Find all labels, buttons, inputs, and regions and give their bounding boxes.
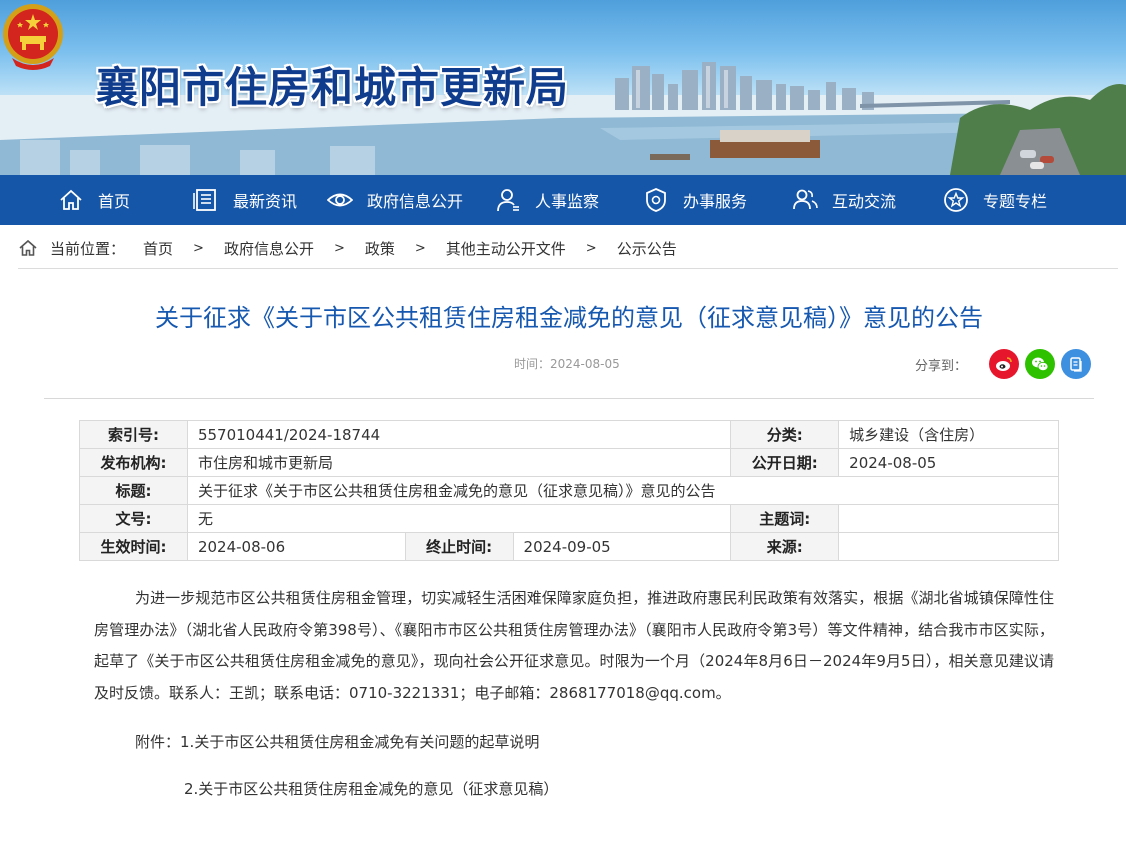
weibo-icon	[996, 357, 1012, 371]
nav-item-personnel[interactable]: 人事监察	[495, 175, 599, 225]
category-label: 分类:	[730, 420, 840, 449]
publisher-label: 发布机构:	[79, 448, 188, 477]
breadcrumb-prefix: 当前位置：	[50, 239, 126, 258]
breadcrumb-separator: >	[333, 240, 345, 256]
doc-no-value: 无	[186, 504, 732, 533]
subject-value	[838, 504, 1059, 533]
news-icon	[193, 187, 219, 213]
person-icon	[495, 187, 521, 213]
share-copy-button[interactable]	[1061, 349, 1091, 379]
attachment-row-2: 2.关于市区公共租赁住房租金减免的意见（征求意见稿）	[184, 778, 558, 799]
nav-item-services[interactable]: 办事服务	[643, 175, 747, 225]
eye-icon	[326, 187, 354, 213]
breadcrumb-announcement[interactable]: 公示公告	[617, 238, 677, 259]
table-row: 生效时间: 2024-08-06 终止时间: 2024-09-05 来源:	[79, 532, 1059, 561]
publish-date-label: 公开日期:	[730, 448, 840, 477]
breadcrumb-gov-info[interactable]: 政府信息公开	[224, 238, 314, 259]
end-label: 终止时间:	[404, 532, 514, 561]
index-value: 557010441/2024-18744	[186, 420, 732, 449]
nav-item-topics[interactable]: 专题专栏	[943, 175, 1047, 225]
divider	[18, 268, 1118, 269]
share-wechat-button[interactable]	[1025, 349, 1055, 379]
breadcrumb-home[interactable]: 首页	[143, 238, 173, 259]
attachment-prefix: 附件：	[135, 733, 181, 751]
nav-item-interaction[interactable]: 互动交流	[792, 175, 896, 225]
source-value	[838, 532, 1059, 561]
star-icon	[943, 187, 969, 213]
nav-label: 专题专栏	[983, 192, 1048, 211]
breadcrumb-policy[interactable]: 政策	[365, 238, 395, 259]
national-emblem-icon	[3, 4, 63, 70]
nav-item-news[interactable]: 最新资讯	[193, 175, 297, 225]
nav-label: 政府信息公开	[367, 192, 464, 211]
breadcrumb-separator: >	[414, 240, 426, 256]
nav-label: 首页	[98, 192, 131, 211]
wechat-icon	[1032, 357, 1049, 372]
breadcrumb-separator: >	[585, 240, 597, 256]
copy-icon	[1070, 357, 1082, 372]
article-title: 关于征求《关于市区公共租赁住房租金减免的意见（征求意见稿）》意见的公告	[155, 304, 983, 332]
attachment-link-1[interactable]: 1.关于市区公共租赁住房租金减免有关问题的起草说明	[180, 733, 539, 751]
nav-label: 人事监察	[535, 192, 600, 211]
nav-item-gov-info[interactable]: 政府信息公开	[326, 175, 464, 225]
nav-label: 互动交流	[832, 192, 897, 211]
breadcrumb: 当前位置： 首页 > 政府信息公开 > 政策 > 其他主动公开文件 > 公示公告	[18, 236, 677, 260]
table-row: 文号: 无 主题词:	[79, 504, 1059, 533]
nav-item-home[interactable]: 首页	[58, 175, 130, 225]
publisher-value: 市住房和城市更新局	[186, 448, 732, 477]
index-label: 索引号:	[79, 420, 188, 449]
title-value: 关于征求《关于市区公共租赁住房租金减免的意见（征求意见稿）》意见的公告	[186, 476, 1060, 505]
main-nav: 首页 最新资讯 政府信息公开 人事监察 办事服务 互动交流 专题专栏	[0, 175, 1126, 225]
breadcrumb-other-files[interactable]: 其他主动公开文件	[446, 238, 566, 259]
share-weibo-button[interactable]	[989, 349, 1019, 379]
category-value: 城乡建设（含住房）	[838, 420, 1059, 449]
header-banner: 襄阳市住房和城市更新局	[0, 0, 1126, 175]
table-row: 索引号: 557010441/2024-18744 分类: 城乡建设（含住房）	[79, 420, 1059, 449]
table-row: 发布机构: 市住房和城市更新局 公开日期: 2024-08-05	[79, 448, 1059, 477]
subject-label: 主题词:	[730, 504, 840, 533]
home-icon	[19, 239, 37, 256]
attachment-row-1: 附件：1.关于市区公共租赁住房租金减免有关问题的起草说明	[135, 731, 539, 752]
site-title: 襄阳市住房和城市更新局	[96, 63, 570, 112]
publish-time: 时间：2024-08-05	[514, 357, 620, 371]
publish-date-value: 2024-08-05	[838, 448, 1059, 477]
source-label: 来源:	[730, 532, 840, 561]
article-paragraph: 为进一步规范市区公共租赁住房租金管理，切实减轻生活困难保障家庭负担，推进政府惠民…	[94, 589, 1054, 702]
effective-label: 生效时间:	[79, 532, 188, 561]
nav-label: 最新资讯	[233, 192, 298, 211]
home-icon	[58, 187, 84, 213]
nav-label: 办事服务	[683, 192, 748, 211]
document-info-table: 索引号: 557010441/2024-18744 分类: 城乡建设（含住房） …	[79, 420, 1060, 561]
end-value: 2024-09-05	[512, 532, 732, 561]
table-row: 标题: 关于征求《关于市区公共租赁住房租金减免的意见（征求意见稿）》意见的公告	[79, 476, 1060, 505]
breadcrumb-separator: >	[193, 240, 204, 256]
effective-value: 2024-08-06	[186, 532, 406, 561]
title-label: 标题:	[79, 476, 188, 505]
shield-icon	[643, 187, 669, 213]
divider	[44, 398, 1094, 399]
share-label: 分享到：	[915, 359, 968, 374]
attachment-link-2[interactable]: 2.关于市区公共租赁住房租金减免的意见（征求意见稿）	[184, 780, 558, 798]
people-icon	[792, 187, 818, 213]
doc-no-label: 文号:	[79, 504, 188, 533]
